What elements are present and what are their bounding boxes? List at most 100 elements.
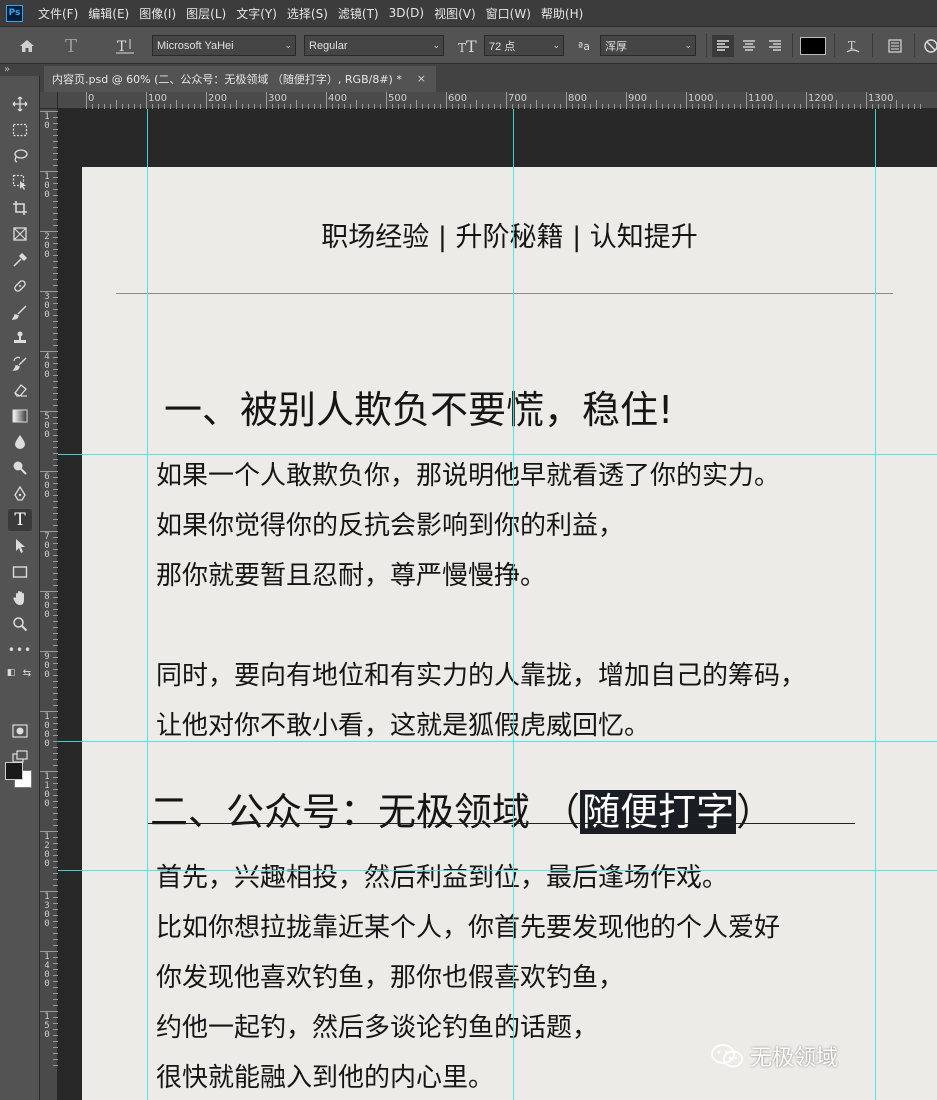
anti-alias-select[interactable]: 浑厚 ⌄ <box>600 35 696 56</box>
anti-alias-value: 浑厚 <box>605 40 627 53</box>
ruler-minor-tick <box>416 100 417 109</box>
ruler-origin[interactable] <box>40 92 58 109</box>
chevron-down-icon: ⌄ <box>284 40 292 50</box>
path-selection-tool-icon[interactable] <box>8 535 32 557</box>
clone-stamp-tool-icon[interactable] <box>8 327 32 349</box>
horizontal-guide[interactable] <box>58 870 937 871</box>
vertical-guide[interactable] <box>513 109 514 1100</box>
home-icon[interactable] <box>14 35 40 57</box>
menu-file[interactable]: 文件(F) <box>33 5 83 22</box>
menu-type[interactable]: 文字(Y) <box>231 5 282 22</box>
ruler-label: 1000 <box>688 93 714 104</box>
menu-filter[interactable]: 滤镜(T) <box>333 5 384 22</box>
menu-layer[interactable]: 图层(L) <box>181 5 231 22</box>
pen-tool-icon[interactable] <box>8 483 32 505</box>
eraser-tool-icon[interactable] <box>8 379 32 401</box>
align-right-icon[interactable] <box>764 35 786 57</box>
panel-collapse-icon[interactable]: » <box>0 64 40 76</box>
ruler-label: 700 <box>44 532 50 560</box>
toggle-text-orientation-icon[interactable]: T <box>112 35 138 57</box>
gradient-tool-icon[interactable] <box>8 405 32 427</box>
ruler-label: 300 <box>268 93 288 104</box>
move-tool-icon[interactable] <box>8 93 32 115</box>
section2-line[interactable]: 很快就能融入到他的内心里。 <box>156 1057 494 1094</box>
ruler-minor-tick <box>296 100 297 109</box>
edit-toolbar-icon[interactable]: ••• <box>8 639 32 661</box>
marquee-tool-icon[interactable] <box>8 119 32 141</box>
section1-line[interactable]: 如果一个人敢欺负你，那说明他早就看透了你的实力。 <box>156 455 780 492</box>
ruler-label: 800 <box>44 592 50 620</box>
character-panel-icon[interactable] <box>884 35 906 57</box>
vertical-guide[interactable] <box>875 109 876 1100</box>
ruler-label: 10 <box>44 112 50 131</box>
type-tool-preset-icon[interactable]: T <box>58 35 84 57</box>
ruler-label: 600 <box>448 93 468 104</box>
font-family-select[interactable]: Microsoft YaHei ⌄ <box>152 35 296 56</box>
zoom-tool-icon[interactable] <box>8 613 32 635</box>
section2-line[interactable]: 约他一起钓，然后多谈论钓鱼的话题， <box>156 1007 598 1044</box>
dodge-tool-icon[interactable] <box>8 457 32 479</box>
history-brush-tool-icon[interactable] <box>8 353 32 375</box>
section2-line[interactable]: 比如你想拉拢靠近某个人，你首先要发现他的个人爱好 <box>156 907 780 944</box>
horizontal-guide[interactable] <box>58 741 937 742</box>
section2-title-editing[interactable]: 二、公众号：无极领域 （随便打字） <box>150 781 774 836</box>
lasso-tool-icon[interactable] <box>8 145 32 167</box>
document-tab[interactable]: 内容页.psd @ 60% (二、公众号：无极领域 （随便打字）, RGB/8#… <box>44 66 436 92</box>
menu-select[interactable]: 选择(S) <box>282 5 333 22</box>
section1-line[interactable]: 同时，要向有地位和有实力的人靠拢，增加自己的筹码， <box>156 655 806 692</box>
close-icon[interactable]: × <box>417 72 426 85</box>
eyedropper-tool-icon[interactable] <box>8 249 32 271</box>
section2-title-plain: 二、公众号：无极领域 （ <box>150 790 581 834</box>
anti-alias-icon: ªa <box>578 39 590 53</box>
menu-window[interactable]: 窗口(W) <box>481 5 536 22</box>
wechat-watermark: 无极领域 <box>710 1040 838 1072</box>
align-left-icon[interactable] <box>712 35 734 57</box>
ruler-label: 150 <box>44 1012 50 1040</box>
section1-title[interactable]: 一、被别人欺负不要慌，稳住! <box>164 379 673 434</box>
warp-text-icon[interactable]: T <box>842 35 864 57</box>
menu-view[interactable]: 视图(V) <box>429 5 481 22</box>
canvas-area[interactable]: 职场经验 | 升阶秘籍 | 认知提升 一、被别人欺负不要慌，稳住! 如果一个人敢… <box>58 109 937 1100</box>
screen-mode-icon[interactable] <box>8 746 32 768</box>
object-selection-tool-icon[interactable] <box>8 171 32 193</box>
vertical-ruler[interactable]: 10 100 200 300 400 500 600 700 800 900 1000 1100 120… <box>40 109 58 1100</box>
ruler-label: 500 <box>388 93 408 104</box>
section2-line[interactable]: 你发现他喜欢钓鱼，那你也假喜欢钓鱼， <box>156 957 624 994</box>
horizontal-ruler[interactable]: 0 100 200 300 400 500 600 700 800 900 1000 1100 1200… <box>58 92 937 109</box>
section2-line[interactable]: 首先，兴趣相投，然后利益到位，最后逢场作戏。 <box>156 857 728 894</box>
ruler-label: 400 <box>328 93 348 104</box>
brush-tool-icon[interactable] <box>8 301 32 323</box>
cancel-edit-icon[interactable] <box>922 35 937 57</box>
crop-tool-icon[interactable] <box>8 197 32 219</box>
menu-edit[interactable]: 编辑(E) <box>83 5 134 22</box>
align-center-icon[interactable] <box>738 35 760 57</box>
section1-line[interactable]: 那你就要暂且忍耐，尊严慢慢挣。 <box>156 555 546 592</box>
blur-tool-icon[interactable] <box>8 431 32 453</box>
menu-3d[interactable]: 3D(D) <box>384 6 429 20</box>
quick-mask-icon[interactable] <box>8 720 32 742</box>
vertical-guide[interactable] <box>147 109 148 1100</box>
menu-bar: Ps 文件(F) 编辑(E) 图像(I) 图层(L) 文字(Y) 选择(S) 滤… <box>0 0 937 26</box>
frame-tool-icon[interactable] <box>8 223 32 245</box>
type-tool-icon[interactable]: T <box>8 509 32 531</box>
healing-brush-tool-icon[interactable] <box>8 275 32 297</box>
swap-colors-icon[interactable]: ⇆ <box>20 666 34 680</box>
font-size-select[interactable]: 72 点 ⌄ <box>484 35 564 56</box>
default-colors-icon[interactable]: ◧ <box>4 666 18 680</box>
font-style-select[interactable]: Regular ⌄ <box>304 35 444 56</box>
page-header-text[interactable]: 职场经验 | 升阶秘籍 | 认知提升 <box>82 215 937 254</box>
horizontal-guide[interactable] <box>58 454 937 455</box>
menu-image[interactable]: 图像(I) <box>134 5 181 22</box>
text-color-swatch[interactable] <box>800 37 826 55</box>
ruler-label: 800 <box>568 93 588 104</box>
ruler-label: 900 <box>44 652 50 680</box>
section1-line[interactable]: 如果你觉得你的反抗会影响到你的利益， <box>156 505 624 542</box>
section2-title-selection[interactable]: 随便打字 <box>580 790 737 834</box>
font-size-value: 72 点 <box>489 40 516 53</box>
hand-tool-icon[interactable] <box>8 587 32 609</box>
menu-help[interactable]: 帮助(H) <box>536 5 588 22</box>
section1-line[interactable]: 让他对你不敢小看，这就是狐假虎威回忆。 <box>156 705 650 742</box>
ruler-minor-tick <box>176 100 177 109</box>
document-page[interactable]: 职场经验 | 升阶秘籍 | 认知提升 一、被别人欺负不要慌，稳住! 如果一个人敢… <box>82 167 937 1100</box>
rectangle-tool-icon[interactable] <box>8 561 32 583</box>
